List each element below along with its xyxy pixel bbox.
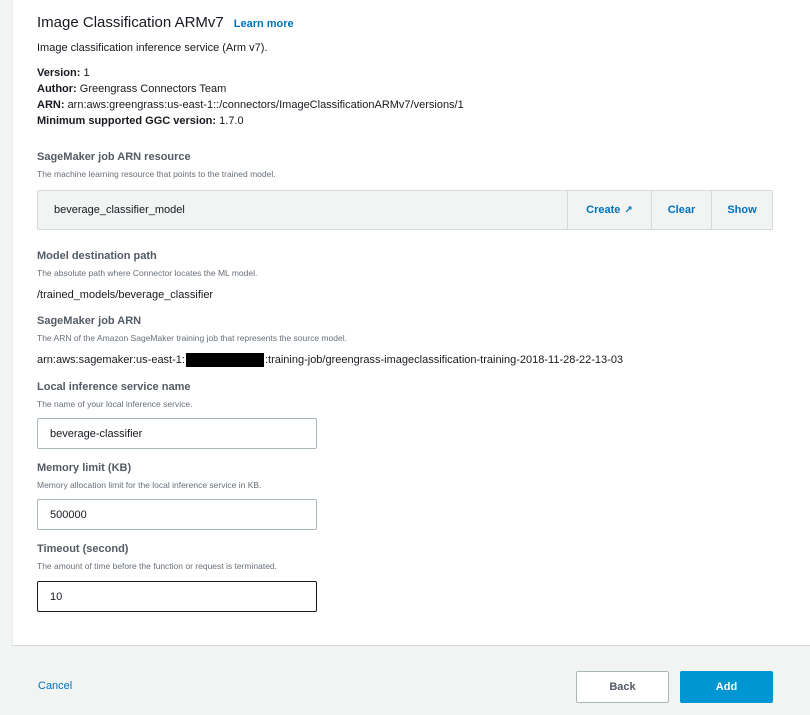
timeout-label: Timeout (second) [37, 543, 129, 555]
timeout-hint: The amount of time before the function o… [37, 561, 278, 571]
author-value: Greengrass Connectors Team [79, 83, 227, 95]
cancel-link[interactable]: Cancel [38, 680, 72, 692]
sagemaker-resource-selector: beverage_classifier_model Create ↗ Clear … [37, 190, 773, 230]
version-value: 1 [83, 67, 90, 79]
clear-resource-button[interactable]: Clear [651, 191, 711, 229]
ggc-version-row: Minimum supported GGC version: 1.7.0 [37, 115, 244, 127]
external-link-icon: ↗ [624, 205, 633, 216]
version-row: Version: 1 [37, 67, 90, 79]
sagemaker-arn-label: SageMaker job ARN [37, 315, 142, 327]
create-resource-button[interactable]: Create ↗ [567, 191, 651, 229]
sagemaker-resource-value: beverage_classifier_model [54, 204, 185, 216]
learn-more-link[interactable]: Learn more [234, 18, 294, 30]
memory-limit-hint: Memory allocation limit for the local in… [37, 480, 262, 490]
sagemaker-resource-label: SageMaker job ARN resource [37, 151, 191, 163]
sagemaker-resource-hint: The machine learning resource that point… [37, 169, 276, 179]
header-row: Image Classification ARMv7 Learn more [37, 14, 294, 31]
memory-limit-label: Memory limit (KB) [37, 462, 132, 474]
sagemaker-arn-hint: The ARN of the Amazon SageMaker training… [37, 333, 347, 343]
wizard-footer: Cancel Back Add [12, 645, 810, 715]
model-path-label: Model destination path [37, 250, 157, 262]
redaction-bar [185, 353, 264, 367]
sagemaker-arn-prefix: arn:aws:sagemaker:us-east-1: [37, 353, 185, 366]
inference-name-label: Local inference service name [37, 381, 191, 393]
page-title: Image Classification ARMv7 [37, 14, 224, 31]
back-button[interactable]: Back [576, 671, 669, 703]
add-button[interactable]: Add [680, 671, 773, 703]
sagemaker-arn-suffix: :training-job/greengrass-imageclassifica… [264, 353, 624, 366]
arn-label: ARN: [37, 99, 65, 111]
timeout-input[interactable] [37, 581, 317, 612]
connector-description: Image classification inference service (… [37, 42, 268, 54]
author-row: Author: Greengrass Connectors Team [37, 83, 226, 95]
ggc-version-label: Minimum supported GGC version: [37, 115, 217, 127]
create-resource-label: Create [586, 204, 621, 216]
author-label: Author: [37, 83, 77, 95]
memory-limit-input[interactable] [37, 499, 317, 530]
show-resource-button[interactable]: Show [711, 191, 772, 229]
sagemaker-arn-value: arn:aws:sagemaker:us-east-1: :training-jo… [37, 353, 623, 367]
ggc-version-value: 1.7.0 [219, 115, 244, 127]
arn-value: arn:aws:greengrass:us-east-1::/connector… [67, 99, 464, 111]
version-label: Version: [37, 67, 81, 79]
connector-config-panel: Image Classification ARMv7 Learn more Im… [12, 0, 810, 715]
inference-name-input[interactable] [37, 418, 317, 449]
arn-row: ARN: arn:aws:greengrass:us-east-1::/conn… [37, 99, 464, 111]
model-path-hint: The absolute path where Connector locate… [37, 268, 258, 278]
inference-name-hint: The name of your local inference service… [37, 399, 193, 409]
model-path-value: /trained_models/beverage_classifier [37, 289, 214, 301]
